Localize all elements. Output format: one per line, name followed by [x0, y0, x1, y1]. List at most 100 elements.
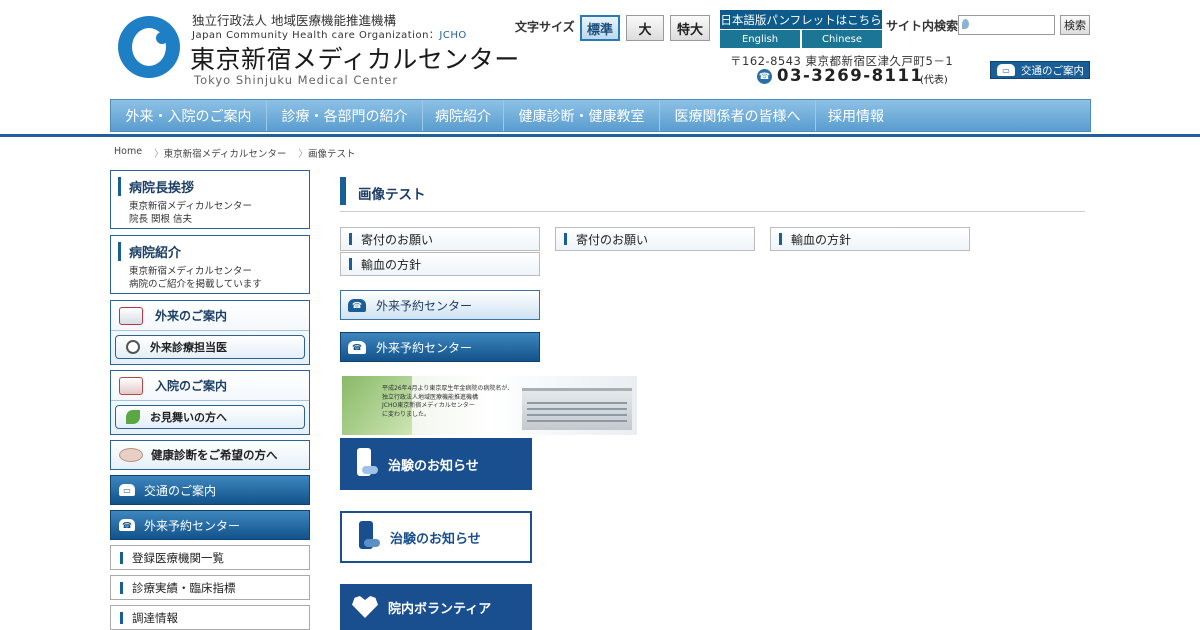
chinese-button[interactable]: Chinese [802, 30, 882, 48]
intro-text-line1: 東京新宿メディカルセンター [129, 266, 252, 277]
logo-dot [156, 32, 168, 44]
page-title-block: 画像テスト [340, 177, 1085, 212]
director-text-line1: 東京新宿メディカルセンター [129, 201, 252, 212]
breadcrumb-current-label: 画像テスト [307, 149, 356, 160]
breadcrumb-center-label: 東京新宿メディカルセンター [163, 149, 287, 160]
clinical-trial-button-light[interactable]: 治験のお知らせ [340, 511, 532, 563]
nav-item-recruit[interactable]: 採用情報 [816, 100, 896, 131]
search-pin-icon [962, 19, 969, 29]
director-text-line2: 院長 関根 信夫 [129, 214, 193, 225]
procurement-label: 調達情報 [132, 610, 178, 625]
checkup-label: 健康診断をご希望の方へ [151, 448, 278, 462]
clinical-trial-button-dark[interactable]: 治験のお知らせ [340, 438, 532, 490]
site-title-en: Tokyo Shinjuku Medical Center [194, 73, 399, 87]
clinical-trial-light-label: 治験のお知らせ [390, 531, 481, 547]
reservation-dark-label: 外来予約センター [376, 340, 473, 355]
director-heading: 病院長挨拶 [118, 177, 309, 196]
sidebar-reservation-label: 外来予約センター [144, 518, 241, 533]
nav-item-checkup[interactable]: 健康診断・健康教室 [504, 100, 660, 131]
sprout-icon [126, 410, 140, 424]
nav-item-medical-staff[interactable]: 医療関係者の皆様へ [660, 100, 816, 131]
clinical-indicators-label: 診療実績・臨床指標 [132, 580, 236, 595]
link-bar [564, 233, 567, 245]
intro-text: 東京新宿メディカルセンター 病院のご紹介を掲載しています [129, 265, 309, 291]
sidebar-director-box[interactable]: 病院長挨拶 東京新宿メディカルセンター 院長 関根 信夫 [110, 170, 310, 229]
sidebar-link-procurement[interactable]: 調達情報 [110, 605, 310, 630]
link-bar [349, 233, 352, 245]
phone-icon: ☎ [757, 69, 772, 84]
page-title: 画像テスト [358, 187, 426, 203]
nav-item-outpatient[interactable]: 外来・入院のご案内 [111, 100, 267, 131]
intro-heading: 病院紹介 [118, 242, 309, 261]
volunteer-label: 院内ボランティア [388, 601, 492, 617]
font-size-large-button[interactable]: 大 [626, 15, 664, 41]
org-name-en: Japan Community Health care Organization… [192, 26, 467, 41]
search-input[interactable] [958, 15, 1055, 35]
checkup-icon [119, 448, 143, 462]
phone-note: (代表) [920, 75, 948, 86]
visitor-label: お見舞いの方へ [150, 411, 227, 424]
breadcrumb-center[interactable]: 〉東京新宿メディカルセンター [154, 146, 286, 160]
intro-text-line2: 病院のご紹介を掲載しています [129, 279, 262, 290]
reservation-button-light[interactable]: ☎ 外来予約センター [340, 290, 540, 320]
nav-item-hospital[interactable]: 病院紹介 [423, 100, 504, 131]
breadcrumb-current: 〉画像テスト [298, 146, 355, 160]
donation-link-2[interactable]: 寄付のお願い [555, 227, 755, 251]
transfusion-link-1[interactable]: 輸血の方針 [770, 227, 970, 251]
sidebar-access[interactable]: ▭ 交通のご案内 [110, 475, 310, 505]
breadcrumb: Home 〉東京新宿メディカルセンター 〉画像テスト [114, 146, 355, 160]
banner-line-3: JCHO東京新宿メディカルセンター [382, 402, 475, 409]
font-size-xlarge-button[interactable]: 特大 [670, 15, 710, 41]
link-bar [349, 258, 352, 270]
banner-line-4: に変わりました。 [382, 410, 431, 418]
sidebar-intro-box[interactable]: 病院紹介 東京新宿メディカルセンター 病院のご紹介を掲載しています [110, 235, 310, 294]
pamphlet-link[interactable]: 日本語版パンフレットはこちら [720, 10, 882, 29]
donation-link-1[interactable]: 寄付のお願い [340, 227, 540, 251]
english-button[interactable]: English [720, 30, 800, 48]
sidebar-outpatient[interactable]: 外来のご案内 [111, 301, 309, 331]
sidebar-inpatient-panel: 入院のご案内 お見舞いの方へ [110, 370, 310, 435]
link-bar [779, 233, 782, 245]
outpatient-label: 外来のご案内 [155, 309, 228, 323]
sidebar-inpatient[interactable]: 入院のご案内 [111, 371, 309, 401]
heart-hand-icon [352, 596, 378, 618]
pill-shape [364, 539, 380, 547]
volunteer-button[interactable]: 院内ボランティア [340, 584, 532, 630]
breadcrumb-home[interactable]: Home [114, 146, 142, 160]
outpatient-doctors-button[interactable]: 外来診療担当医 [115, 335, 305, 359]
inpatient-label: 入院のご案内 [155, 379, 228, 393]
hospital-icon [119, 376, 143, 395]
outpatient-doctors-label: 外来診療担当医 [150, 341, 227, 354]
director-text: 東京新宿メディカルセンター 院長 関根 信夫 [129, 200, 309, 226]
donation-label-2: 寄付のお願い [576, 232, 649, 247]
registered-clinics-label: 登録医療機関一覧 [132, 550, 224, 565]
phone-number: 03-3269-8111 [777, 66, 924, 85]
sidebar-checkup[interactable]: 健康診断をご希望の方へ [110, 440, 310, 470]
font-size-label: 文字サイズ [515, 20, 575, 34]
transfusion-label-1: 輸血の方針 [791, 232, 852, 247]
chevron-right-icon: 〉 [154, 149, 164, 160]
chevron-right-icon: 〉 [298, 149, 308, 160]
font-size-standard-button[interactable]: 標準 [580, 15, 620, 41]
medicine-icon [354, 521, 380, 553]
pill-shape [362, 466, 378, 474]
access-button[interactable]: ▭ 交通のご案内 [990, 61, 1090, 79]
donation-label-1: 寄付のお願い [361, 232, 434, 247]
transfusion-link-2[interactable]: 輸血の方針 [340, 252, 540, 276]
reservation-button-dark[interactable]: ☎ 外来予約センター [340, 332, 540, 362]
banner-line-1: 平成26年4月より東京厚生年金病院の病院名が、 [382, 385, 514, 392]
car-icon: ▭ [997, 64, 1015, 76]
nav-item-departments[interactable]: 診療・各部門の紹介 [267, 100, 423, 131]
sidebar-reservation[interactable]: ☎ 外来予約センター [110, 510, 310, 540]
jcho-logo[interactable] [118, 16, 180, 78]
sidebar-link-clinical-indicators[interactable]: 診療実績・臨床指標 [110, 575, 310, 600]
site-title[interactable]: 東京新宿メディカルセンター [190, 40, 520, 76]
sidebar-link-registered-clinics[interactable]: 登録医療機関一覧 [110, 545, 310, 570]
search-button[interactable]: 検索 [1060, 15, 1090, 35]
rename-notice-banner[interactable]: 平成26年4月より東京厚生年金病院の病院名が、 独立行政法人地域医療機能推進機構… [342, 376, 637, 435]
access-button-label: 交通のご案内 [1021, 64, 1084, 77]
nav-divider [0, 134, 1200, 137]
visitor-button[interactable]: お見舞いの方へ [115, 405, 305, 429]
reservation-light-label: 外来予約センター [376, 298, 473, 313]
building-windows [527, 398, 627, 422]
